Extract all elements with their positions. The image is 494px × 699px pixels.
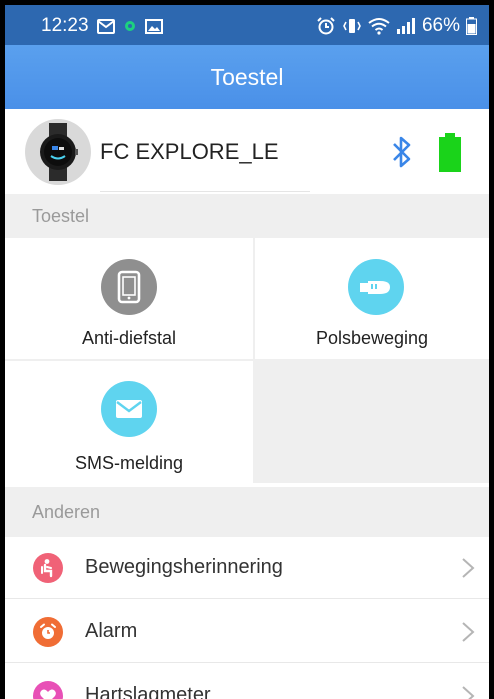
tile-wrist-motion[interactable]: Polsbeweging <box>255 238 489 359</box>
tile-label: Anti-diefstal <box>81 328 177 348</box>
page-header: Toestel <box>5 45 489 109</box>
section-label-device: Toestel <box>32 205 90 226</box>
smartwatch-icon <box>40 123 78 181</box>
status-bar-left: 12:23 <box>41 15 163 37</box>
device-avatar <box>25 119 91 185</box>
sitting-person-icon <box>33 553 63 583</box>
device-name-divider <box>100 191 310 192</box>
alarm-status-icon <box>316 17 336 35</box>
status-bar: 12:23 66% <box>5 5 489 45</box>
status-battery-icon <box>466 17 477 35</box>
chevron-right-icon <box>461 621 475 648</box>
app-notification-icon <box>123 18 137 34</box>
wifi-icon <box>368 17 390 35</box>
status-time: 12:23 <box>41 15 89 36</box>
list-item-heart-rate[interactable]: Hartslagmeter <box>5 665 489 699</box>
list-item-label: Hartslagmeter <box>85 684 211 699</box>
message-icon <box>96 18 115 34</box>
section-label-others: Anderen <box>32 501 101 522</box>
page-title: Toestel <box>210 63 284 90</box>
chevron-right-icon <box>461 557 475 584</box>
envelope-icon <box>101 381 157 437</box>
chevron-right-icon <box>461 685 475 699</box>
list-item-label: Alarm <box>85 620 138 642</box>
status-bar-right: 66% <box>316 15 477 37</box>
list-item-label: Bewegingsherinnering <box>85 556 283 578</box>
section-header-others: Anderen <box>5 487 489 537</box>
battery-full-icon <box>437 133 463 178</box>
heart-icon <box>33 681 63 699</box>
phone-icon <box>101 259 157 315</box>
alarm-clock-icon <box>33 617 63 647</box>
tile-label: SMS-melding <box>74 453 184 473</box>
hand-icon <box>348 259 404 315</box>
device-name: FC EXPLORE_LE <box>100 139 279 164</box>
list-item-movement-reminder[interactable]: Bewegingsherinnering <box>5 537 489 599</box>
tile-anti-theft[interactable]: Anti-diefstal <box>5 238 253 359</box>
bluetooth-icon <box>390 135 414 174</box>
gallery-icon <box>144 18 163 34</box>
vibrate-icon <box>342 17 362 35</box>
section-header-device: Toestel <box>5 194 489 238</box>
device-row[interactable]: FC EXPLORE_LE <box>5 109 489 194</box>
tile-sms-notification[interactable]: SMS-melding <box>5 361 253 483</box>
signal-icon <box>396 17 416 35</box>
battery-percent: 66% <box>421 15 460 36</box>
list-item-alarm[interactable]: Alarm <box>5 601 489 663</box>
app-screen: 12:23 66% Toestel FC EXPLORE_LE Toestel … <box>0 0 494 699</box>
tile-label: Polsbeweging <box>315 328 429 348</box>
